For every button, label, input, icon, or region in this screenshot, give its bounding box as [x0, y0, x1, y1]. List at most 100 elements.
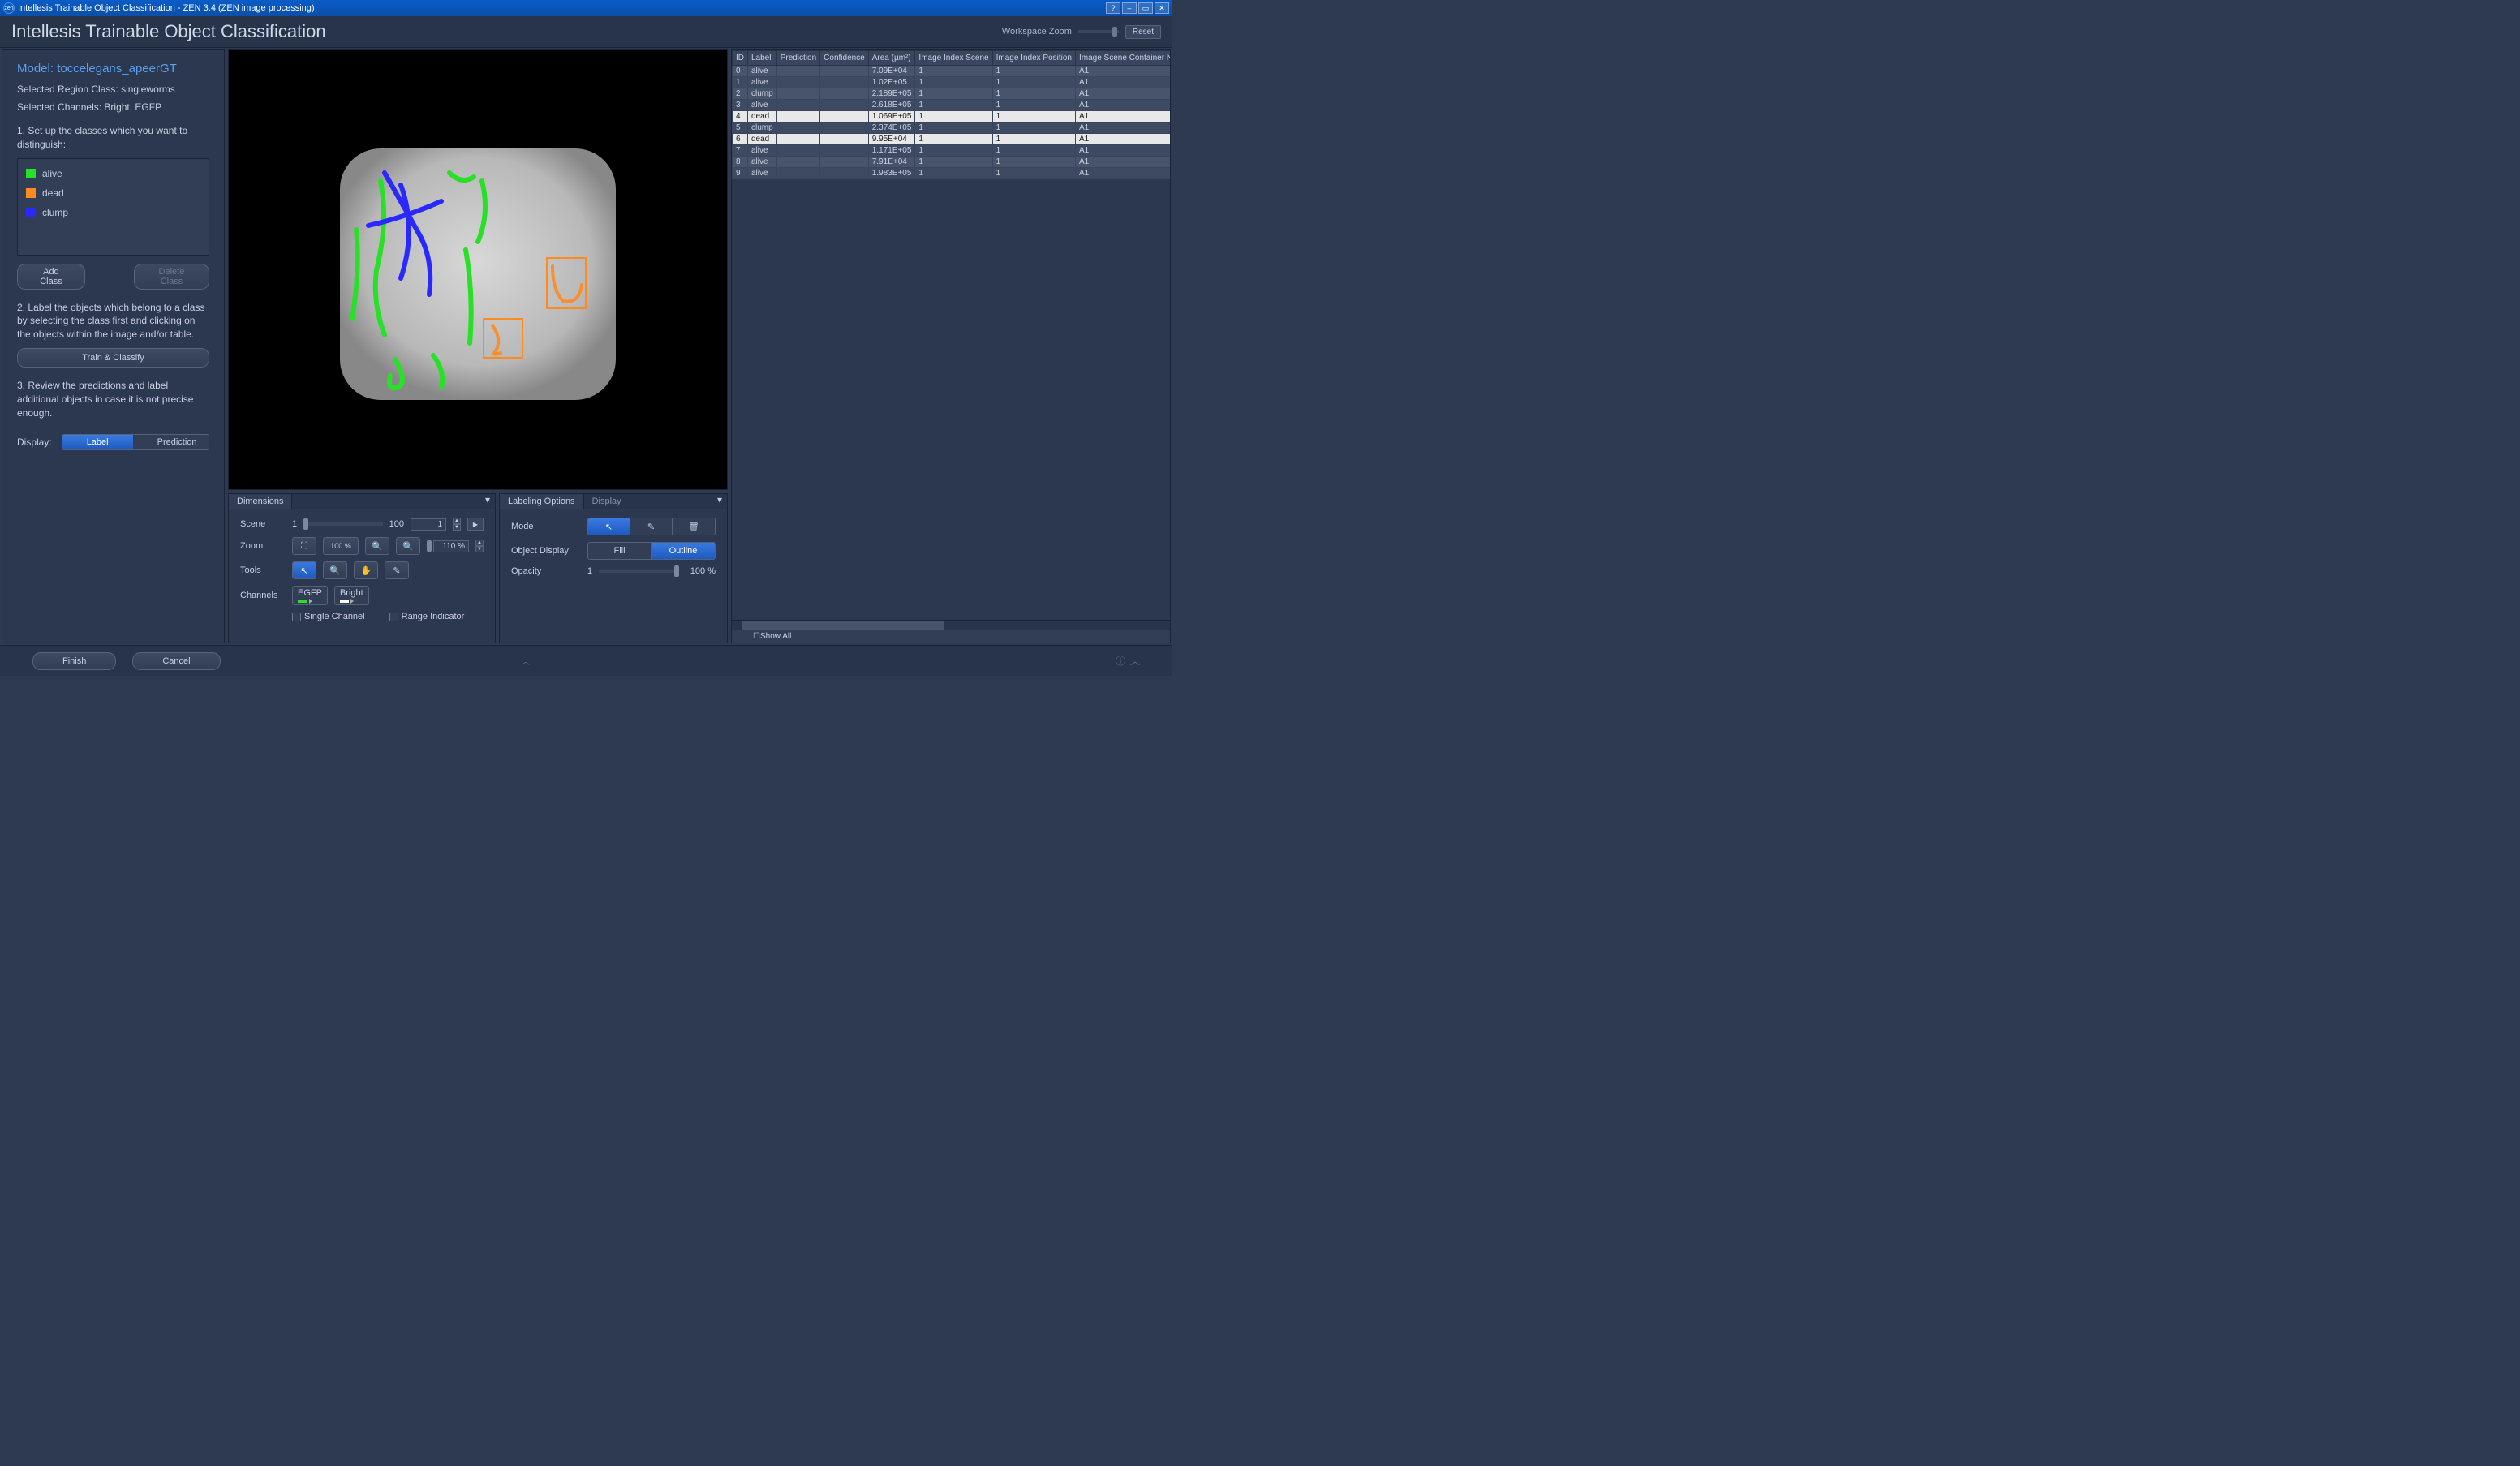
- window-title: Intellesis Trainable Object Classificati…: [18, 3, 315, 13]
- tab-dimensions[interactable]: Dimensions: [229, 494, 292, 509]
- cancel-button[interactable]: Cancel: [132, 652, 220, 670]
- zoom-value[interactable]: 110 %: [433, 540, 469, 552]
- range-indicator-checkbox[interactable]: Range Indicator: [389, 612, 465, 621]
- table-cell: [776, 145, 819, 157]
- table-cell: 1: [915, 100, 992, 111]
- table-row[interactable]: 4dead1.069E+0511A11: [733, 111, 1171, 123]
- tool-pan[interactable]: ✋: [354, 561, 378, 579]
- mode-pointer[interactable]: ↖: [588, 518, 630, 535]
- reset-button[interactable]: Reset: [1125, 25, 1161, 39]
- panel-dropdown-icon[interactable]: ▾: [712, 494, 727, 509]
- table-hscroll[interactable]: [732, 620, 1170, 630]
- page-header: Intellesis Trainable Object Classificati…: [0, 16, 1172, 48]
- table-cell: 1: [992, 111, 1075, 123]
- model-name: Model: toccelegans_apeerGT: [17, 62, 209, 75]
- minimize-button[interactable]: –: [1122, 2, 1137, 14]
- table-cell: 0: [733, 66, 748, 77]
- workspace-zoom-slider[interactable]: [1078, 30, 1119, 33]
- class-item-dead[interactable]: dead: [18, 183, 209, 203]
- train-classify-button[interactable]: Train & Classify: [17, 348, 209, 368]
- scene-play-button[interactable]: ▶: [467, 518, 484, 531]
- delete-class-button[interactable]: Delete Class: [134, 264, 209, 290]
- table-row[interactable]: 3alive2.618E+0511A11: [733, 100, 1171, 111]
- class-swatch: [26, 169, 36, 178]
- zoom-100-button[interactable]: 100 %: [323, 537, 359, 555]
- col-header[interactable]: Area (µm²): [868, 51, 915, 66]
- mode-draw[interactable]: ✎: [630, 518, 673, 535]
- zoom-spinner[interactable]: ▲▼: [475, 540, 484, 552]
- table-cell: 6: [733, 134, 748, 145]
- zoom-out-button[interactable]: 🔍: [365, 537, 389, 555]
- table-cell: [820, 168, 869, 179]
- opacity-slider[interactable]: [599, 570, 679, 573]
- display-prediction-button[interactable]: Prediction: [133, 435, 209, 449]
- table-cell: alive: [748, 157, 777, 168]
- zoom-label: Zoom: [240, 541, 286, 551]
- table-cell: dead: [748, 134, 777, 145]
- table-cell: [820, 88, 869, 100]
- fill-button[interactable]: Fill: [588, 543, 652, 559]
- opacity-value: 100 %: [690, 566, 716, 576]
- table-row[interactable]: 2clump2.189E+0511A11: [733, 88, 1171, 100]
- show-all-checkbox[interactable]: Show All: [760, 632, 791, 641]
- magnifier-icon: 🔍: [329, 565, 341, 576]
- table-row[interactable]: 0alive7.09E+0411A11: [733, 66, 1171, 77]
- col-header[interactable]: Confidence: [820, 51, 869, 66]
- help-button[interactable]: ?: [1106, 2, 1120, 14]
- results-table[interactable]: IDLabelPredictionConfidenceArea (µm²)Ima…: [732, 50, 1170, 620]
- chevron-down-icon: [309, 599, 322, 604]
- col-header[interactable]: ID: [733, 51, 748, 66]
- scene-spinner[interactable]: ▲▼: [453, 518, 461, 531]
- channel-bright[interactable]: Bright: [334, 586, 369, 605]
- scene-slider[interactable]: [303, 522, 383, 526]
- tool-pointer[interactable]: ↖: [292, 561, 316, 579]
- table-cell: [820, 123, 869, 134]
- col-header[interactable]: Image Scene Container Name: [1075, 51, 1170, 66]
- outline-button[interactable]: Outline: [652, 543, 715, 559]
- table-cell: 1: [915, 123, 992, 134]
- tab-labeling-options[interactable]: Labeling Options: [500, 494, 584, 509]
- zoom-in-button[interactable]: 🔍: [396, 537, 420, 555]
- table-row[interactable]: 5clump2.374E+0511A11: [733, 123, 1171, 134]
- table-row[interactable]: 7alive1.171E+0511A11: [733, 145, 1171, 157]
- col-header[interactable]: Label: [748, 51, 777, 66]
- expand-footer-icon[interactable]: ︿: [522, 655, 530, 667]
- table-cell: dead: [748, 111, 777, 123]
- tool-picker[interactable]: ✎: [385, 561, 409, 579]
- maximize-button[interactable]: ▭: [1138, 2, 1153, 14]
- tab-display[interactable]: Display: [584, 494, 630, 509]
- info-icon[interactable]: ⓘ: [1116, 654, 1125, 668]
- class-item-clump[interactable]: clump: [18, 203, 209, 222]
- scene-value[interactable]: 1: [411, 518, 446, 531]
- col-header[interactable]: Prediction: [776, 51, 819, 66]
- table-cell: [820, 77, 869, 88]
- table-cell: A1: [1075, 123, 1170, 134]
- table-row[interactable]: 1alive1.02E+0511A11: [733, 77, 1171, 88]
- col-header[interactable]: Image Index Position: [992, 51, 1075, 66]
- table-row[interactable]: 9alive1.983E+0511A11: [733, 168, 1171, 179]
- single-channel-checkbox[interactable]: Single Channel: [292, 612, 365, 621]
- add-class-button[interactable]: Add Class: [17, 264, 85, 290]
- table-cell: 1: [992, 157, 1075, 168]
- table-cell: alive: [748, 66, 777, 77]
- finish-button[interactable]: Finish: [32, 652, 116, 670]
- table-cell: [776, 168, 819, 179]
- table-cell: [820, 145, 869, 157]
- chevron-up-icon[interactable]: ︿: [1130, 654, 1140, 668]
- step3-text: 3. Review the predictions and label addi…: [17, 379, 209, 419]
- image-viewer[interactable]: [228, 49, 728, 490]
- class-item-alive[interactable]: alive: [18, 164, 209, 183]
- tool-zoom[interactable]: 🔍: [323, 561, 347, 579]
- table-row[interactable]: 8alive7.91E+0411A11: [733, 157, 1171, 168]
- channel-egfp[interactable]: EGFP: [292, 586, 328, 605]
- table-cell: [776, 123, 819, 134]
- mode-delete[interactable]: 🗑: [673, 518, 715, 535]
- class-list: alivedeadclump: [17, 158, 209, 256]
- table-cell: [820, 157, 869, 168]
- col-header[interactable]: Image Index Scene: [915, 51, 992, 66]
- close-button[interactable]: ✕: [1155, 2, 1169, 14]
- table-row[interactable]: 6dead9.95E+0411A11: [733, 134, 1171, 145]
- display-label-button[interactable]: Label: [62, 435, 133, 449]
- zoom-fit-button[interactable]: ⛶: [292, 537, 316, 555]
- panel-dropdown-icon[interactable]: ▾: [480, 494, 495, 509]
